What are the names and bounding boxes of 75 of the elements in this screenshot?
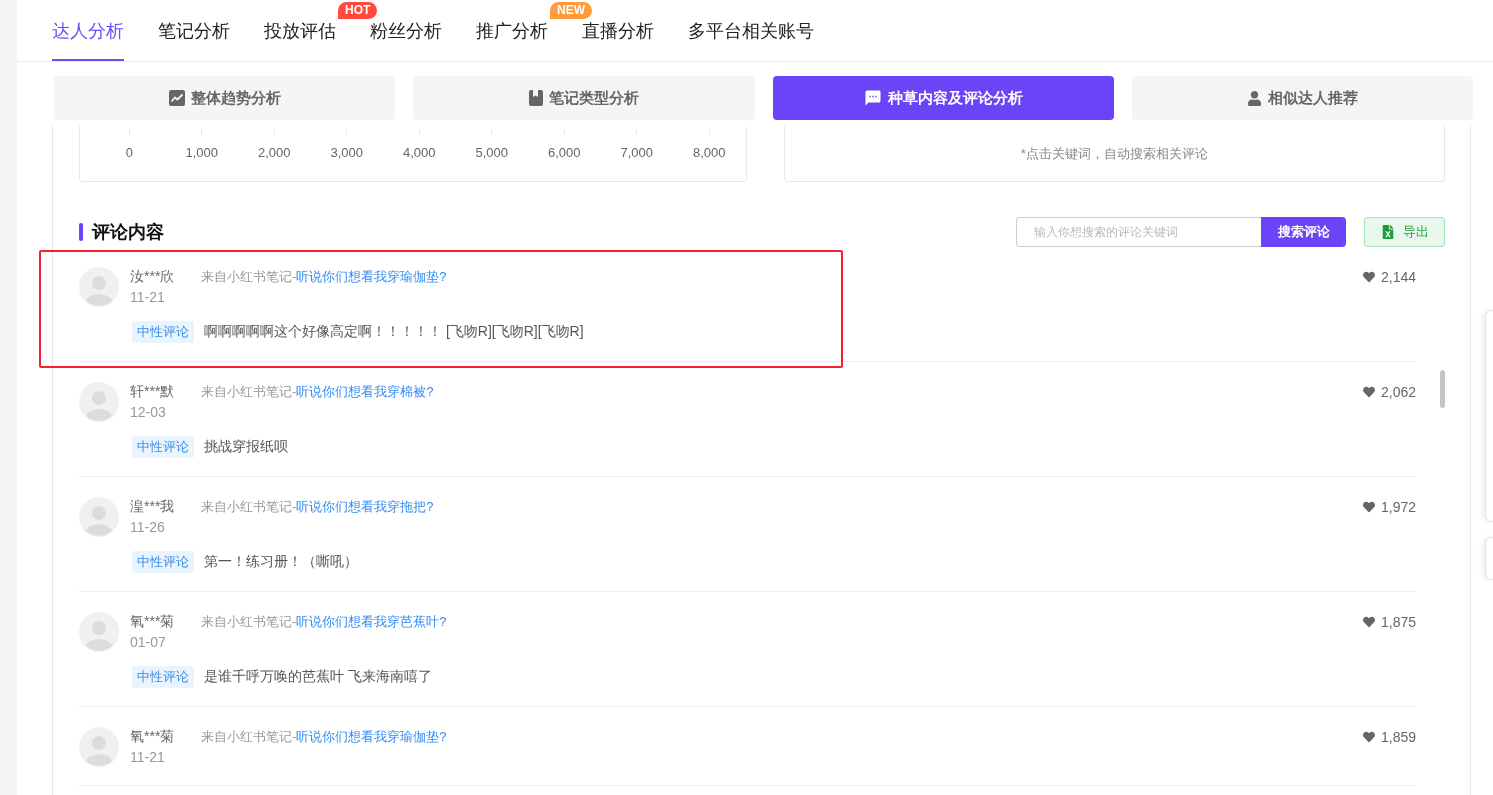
heart-icon — [1362, 271, 1375, 283]
scrollbar[interactable] — [1440, 370, 1445, 408]
nav-tab[interactable]: 推广分析 — [476, 0, 548, 61]
axis-label: 3,000 — [330, 145, 363, 161]
analysis-tab[interactable]: 整体趋势分析 — [54, 76, 396, 120]
export-button[interactable]: 导出 — [1364, 217, 1445, 247]
comment-date: 11-26 — [130, 519, 165, 535]
sentiment-tag: 中性评论 — [132, 666, 194, 688]
user-name: 氧***菊 — [130, 728, 176, 746]
chart-icon — [168, 90, 185, 106]
axis-label: 8,000 — [692, 145, 726, 161]
axis-label: 6,000 — [547, 145, 581, 161]
note-link[interactable]: 听说你们想看我穿瑜伽垫? — [296, 728, 447, 746]
user-name: 氧***菊 — [130, 613, 176, 631]
axis-label: 4,000 — [402, 145, 436, 161]
comment-date: 11-21 — [130, 749, 165, 765]
bookmark-icon — [528, 90, 543, 106]
comment-icon — [863, 89, 882, 107]
axis-label: 7,000 — [620, 145, 653, 161]
note-link[interactable]: 听说你们想看我穿棉被? — [296, 383, 434, 401]
nav-tab[interactable]: 多平台相关账号 — [688, 0, 814, 61]
comment-date: 01-07 — [130, 634, 166, 650]
user-name: 汝***欣 — [130, 268, 176, 286]
source-label: 来自小红书笔记- — [201, 498, 297, 516]
search-button[interactable]: 搜索评论 — [1261, 217, 1346, 247]
comment-text: 啊啊啊啊啊这个好像高定啊！！！！！ [飞吻R][飞吻R][飞吻R] — [204, 323, 584, 341]
analysis-tab[interactable]: 相似达人推荐 — [1131, 76, 1473, 120]
axis-label: 5,000 — [475, 145, 508, 161]
axis-label: 0 — [125, 145, 133, 161]
heart-icon — [1362, 386, 1375, 398]
nav-tab[interactable]: 投放评估 — [264, 0, 336, 61]
nav-tab[interactable]: 达人分析 — [52, 0, 124, 61]
analysis-tab[interactable]: 笔记类型分析 — [413, 76, 755, 120]
note-link[interactable]: 听说你们想看我穿芭蕉叶? — [296, 613, 447, 631]
like-count: 2,144 — [1380, 269, 1416, 285]
comment-text: 是谁千呼万唤的芭蕉叶 飞来海南嘻了 — [204, 668, 432, 686]
comment-text: 第一！练习册！（嘶吼） — [204, 553, 358, 571]
keyword-hint: *点击关键词，自动搜索相关评论 — [1020, 144, 1208, 163]
avatar-icon — [79, 612, 119, 652]
analysis-tab[interactable]: 种草内容及评论分析 — [772, 76, 1114, 120]
heart-icon — [1362, 731, 1375, 743]
spreadsheet-icon — [1380, 225, 1395, 239]
heart-icon — [1362, 616, 1375, 628]
note-link[interactable]: 听说你们想看我穿瑜伽垫? — [296, 268, 447, 286]
tab-badge: HOT — [338, 2, 378, 19]
avatar-icon — [79, 727, 119, 767]
source-label: 来自小红书笔记- — [201, 268, 297, 286]
avatar-icon — [79, 267, 119, 307]
like-count: 2,062 — [1380, 384, 1416, 400]
avatar-icon — [79, 382, 119, 422]
tab-badge: NEW — [550, 2, 592, 19]
user-name: 湟***我 — [130, 498, 176, 516]
source-label: 来自小红书笔记- — [201, 728, 297, 746]
axis-label: 1,000 — [185, 145, 218, 161]
heart-icon — [1362, 501, 1375, 513]
sentiment-tag: 中性评论 — [132, 321, 194, 343]
comment-date: 11-21 — [130, 289, 165, 305]
user-icon — [1246, 90, 1262, 106]
accent-bar-icon — [79, 223, 83, 241]
user-name: 轩***默 — [130, 383, 176, 401]
like-count: 1,972 — [1380, 499, 1416, 515]
search-field[interactable]: 输入你想搜索的评论关键词 — [1016, 217, 1261, 247]
avatar-icon — [79, 497, 119, 537]
like-count: 1,859 — [1380, 729, 1416, 745]
comment-text: 挑战穿报纸呗 — [204, 438, 288, 456]
note-link[interactable]: 听说你们想看我穿拖把? — [296, 498, 434, 516]
source-label: 来自小红书笔记- — [201, 383, 297, 401]
nav-tab[interactable]: 笔记分析 — [158, 0, 230, 61]
section-title: 评论内容 — [92, 221, 164, 244]
sentiment-tag: 中性评论 — [132, 436, 194, 458]
sentiment-tag: 中性评论 — [132, 551, 194, 573]
comment-date: 12-03 — [130, 404, 166, 420]
axis-label: 2,000 — [257, 145, 291, 161]
like-count: 1,875 — [1380, 614, 1416, 630]
source-label: 来自小红书笔记- — [201, 613, 297, 631]
